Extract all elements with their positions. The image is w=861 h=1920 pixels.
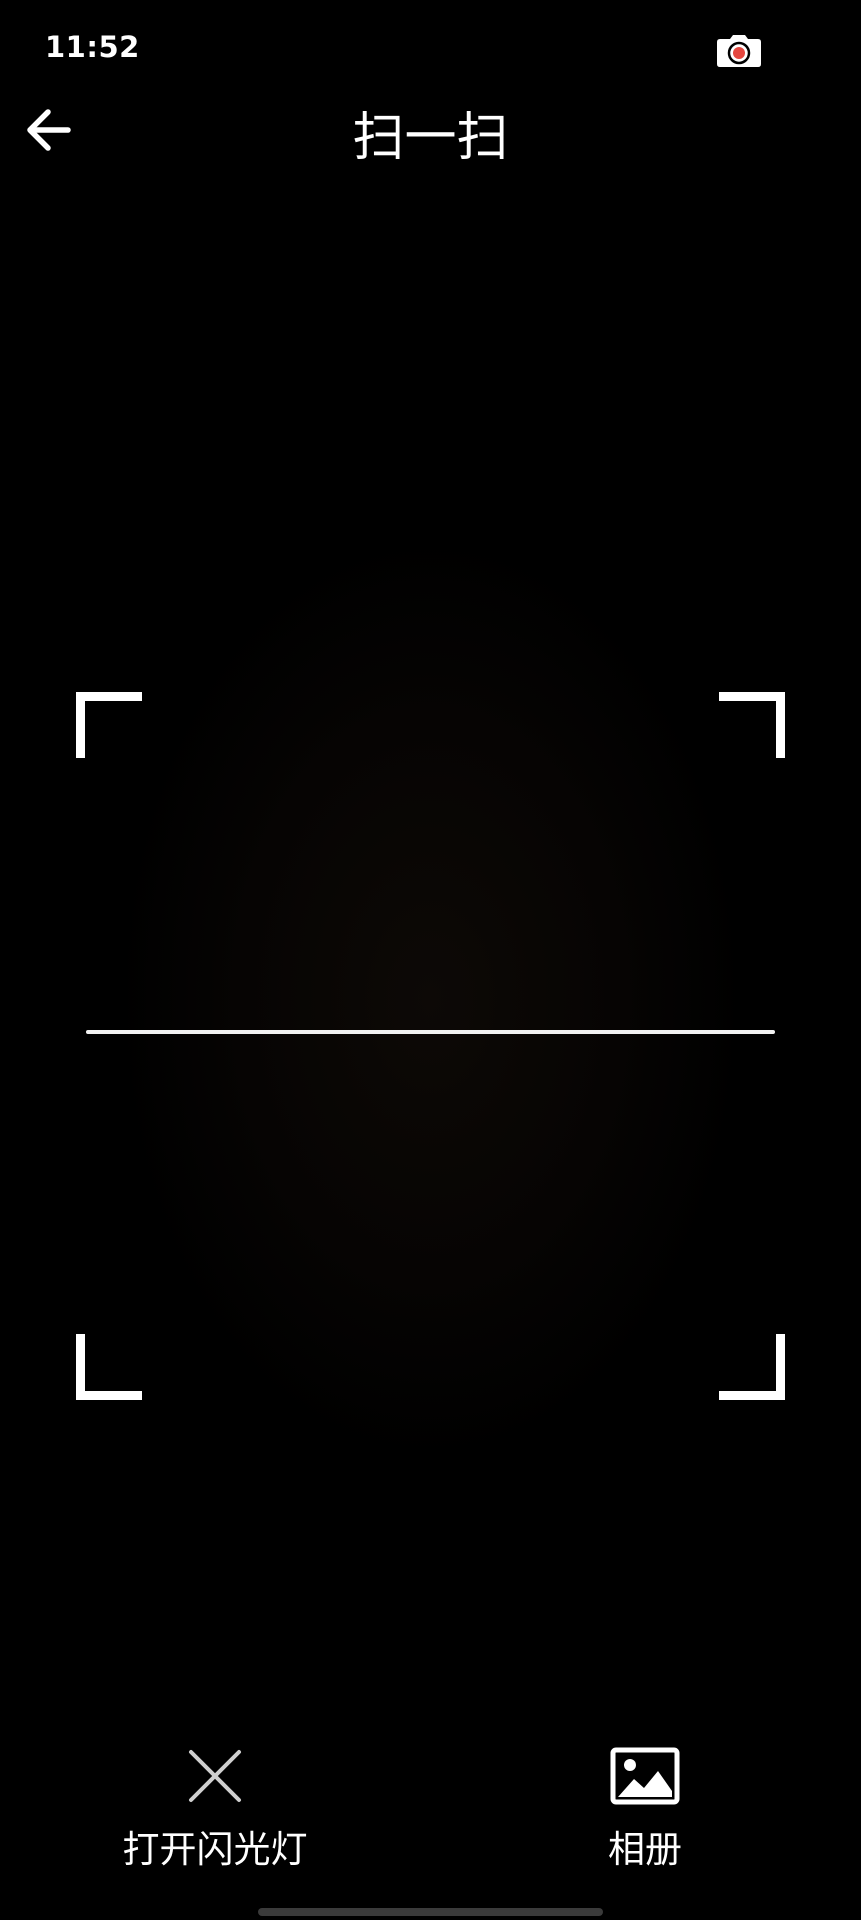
- scan-frame-corner-bottom-right: [719, 1334, 785, 1400]
- bottom-controls: 打开闪光灯 相册: [0, 1740, 861, 1890]
- close-icon: [179, 1740, 251, 1812]
- home-indicator[interactable]: [258, 1908, 603, 1916]
- status-time: 11:52: [45, 30, 140, 64]
- back-button[interactable]: [18, 102, 78, 162]
- album-button[interactable]: 相册: [540, 1740, 750, 1874]
- scan-frame-corner-top-left: [76, 692, 142, 758]
- title-bar: 扫一扫: [0, 100, 861, 180]
- scan-frame: [76, 692, 785, 1400]
- scan-screen: 11:52 扫一扫 打开闪光灯 相册: [0, 0, 861, 1920]
- image-icon: [609, 1740, 681, 1812]
- scan-line: [86, 1030, 775, 1034]
- flashlight-button[interactable]: 打开闪光灯: [110, 1740, 320, 1874]
- arrow-left-icon: [24, 108, 72, 156]
- flashlight-label: 打开闪光灯: [122, 1828, 308, 1871]
- scan-frame-corner-bottom-left: [76, 1334, 142, 1400]
- page-title: 扫一扫: [352, 108, 509, 168]
- album-label: 相册: [608, 1828, 682, 1871]
- status-bar: 11:52: [0, 0, 861, 100]
- camera-recording-icon: [716, 34, 762, 68]
- scan-frame-corner-top-right: [719, 692, 785, 758]
